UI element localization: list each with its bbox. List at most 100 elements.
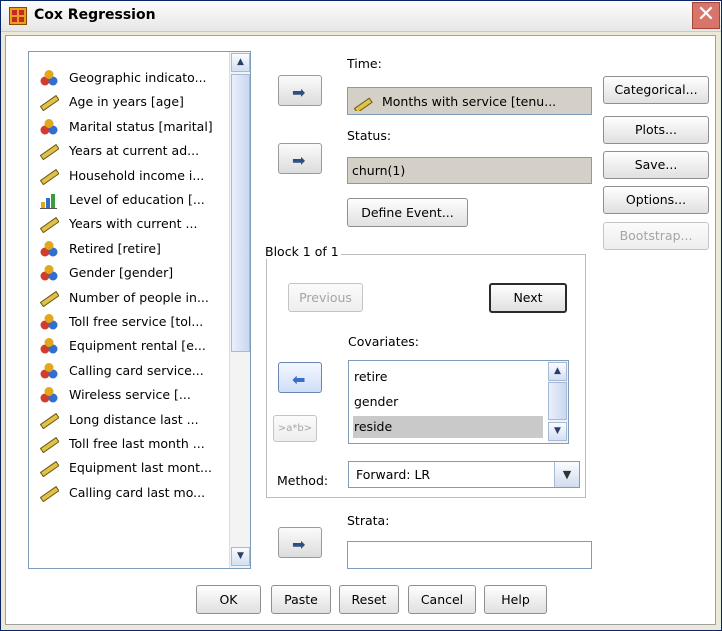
reset-button[interactable]: Reset <box>339 585 399 614</box>
bootstrap-button[interactable]: Bootstrap... <box>603 222 709 250</box>
right-arrow-icon: ➡ <box>292 535 306 554</box>
time-field[interactable]: Months with service [tenu... <box>347 87 592 115</box>
scale-icon <box>39 461 59 478</box>
right-arrow-icon: ➡ <box>292 151 306 170</box>
nominal-icon <box>40 338 58 354</box>
variable-label: Marital status [marital] <box>69 118 213 134</box>
paste-button[interactable]: Paste <box>271 585 331 614</box>
scale-icon <box>39 412 59 429</box>
previous-button[interactable]: Previous <box>288 283 363 312</box>
title-bar[interactable]: Cox Regression ✕ <box>1 1 721 32</box>
nominal-icon <box>40 118 58 135</box>
scroll-down-button[interactable]: ▼ <box>548 422 567 441</box>
move-to-status-button[interactable]: ➡ <box>278 143 322 174</box>
define-event-button[interactable]: Define Event... <box>347 198 468 227</box>
method-value: Forward: LR <box>356 467 431 482</box>
scale-icon <box>39 144 59 161</box>
help-button[interactable]: Help <box>484 585 547 614</box>
covariates-list[interactable]: retire gender reside ▲ ▼ <box>348 360 569 444</box>
categorical-button[interactable]: Categorical... <box>603 76 709 104</box>
list-item[interactable]: Long distance last ... <box>35 409 231 432</box>
scrollbar-thumb[interactable] <box>548 382 567 420</box>
scale-icon <box>39 436 59 453</box>
nominal-icon <box>40 387 58 403</box>
nominal-icon <box>40 240 58 257</box>
list-item[interactable]: Years at current ad... <box>35 140 231 163</box>
covariates-scrollbar[interactable]: ▲ ▼ <box>548 361 568 443</box>
ok-button[interactable]: OK <box>196 585 261 614</box>
next-button[interactable]: Next <box>489 283 567 313</box>
nominal-icon <box>40 362 58 379</box>
scroll-up-button[interactable]: ▲ <box>548 362 567 381</box>
nominal-icon <box>40 265 58 281</box>
chevron-down-icon[interactable]: ▼ <box>554 462 579 487</box>
covariates-label: Covariates: <box>348 334 420 349</box>
scrollbar-thumb[interactable] <box>231 74 250 352</box>
list-item[interactable]: Years with current ... <box>35 213 231 236</box>
nominal-icon <box>40 314 58 330</box>
list-item[interactable]: Gender [gender] <box>35 262 231 285</box>
variable-label: Equipment rental [e... <box>69 338 206 354</box>
move-to-strata-button[interactable]: ➡ <box>278 527 322 558</box>
scale-icon <box>39 217 59 234</box>
save-button[interactable]: Save... <box>603 151 709 179</box>
cancel-button[interactable]: Cancel <box>408 585 476 614</box>
variable-label: Equipment last mont... <box>69 460 212 476</box>
variable-label: Household income i... <box>69 167 205 183</box>
variable-label: Calling card last mo... <box>69 484 206 500</box>
scroll-up-button[interactable]: ▲ <box>231 53 250 72</box>
strata-field[interactable] <box>347 541 592 569</box>
status-field[interactable]: churn(1) <box>347 157 592 184</box>
cox-regression-dialog: Cox Regression ✕ Geographic indicato... A… <box>0 0 722 631</box>
list-item[interactable]: Retired [retire] <box>35 238 231 261</box>
move-to-covariates-button[interactable]: ⬅ <box>278 362 322 393</box>
ordinal-icon <box>40 194 57 209</box>
nominal-icon <box>40 70 58 86</box>
list-item[interactable]: Number of people in... <box>35 287 231 310</box>
left-arrow-icon: ⬅ <box>292 370 306 389</box>
strata-label: Strata: <box>347 513 390 528</box>
variable-label: Number of people in... <box>69 289 209 305</box>
close-button[interactable]: ✕ <box>692 2 720 29</box>
list-item[interactable]: Equipment last mont... <box>35 457 231 480</box>
list-item-selected[interactable]: reside <box>353 416 543 438</box>
time-value: Months with service [tenu... <box>382 94 557 109</box>
source-variable-list[interactable]: Geographic indicato... Age in years [age]… <box>28 51 251 569</box>
list-item[interactable]: Household income i... <box>35 165 231 188</box>
list-item[interactable]: Calling card last mo... <box>35 482 231 505</box>
list-item[interactable]: retire <box>353 366 543 388</box>
status-label: Status: <box>347 128 392 143</box>
scale-ruler-icon <box>353 97 373 111</box>
options-button[interactable]: Options... <box>603 186 709 214</box>
list-item[interactable]: Toll free service [tol... <box>35 311 231 334</box>
list-item[interactable]: Toll free last month ... <box>35 433 231 456</box>
status-value: churn(1) <box>352 163 406 178</box>
right-arrow-icon: ➡ <box>292 83 306 102</box>
plots-button[interactable]: Plots... <box>603 116 709 144</box>
list-item[interactable]: Marital status [marital] <box>35 116 231 139</box>
scale-icon <box>39 168 59 185</box>
list-item[interactable]: Equipment rental [e... <box>35 335 231 358</box>
method-label: Method: <box>277 473 329 488</box>
list-item[interactable]: Age in years [age] <box>35 91 231 114</box>
scale-icon <box>39 485 59 502</box>
scroll-down-button[interactable]: ▼ <box>231 547 250 566</box>
method-select[interactable]: Forward: LR ▼ <box>348 461 580 488</box>
list-item[interactable]: Calling card service... <box>35 360 231 383</box>
interaction-button[interactable]: >a*b> <box>273 415 317 442</box>
list-item[interactable]: Level of education [... <box>35 189 231 212</box>
variable-label: Years with current ... <box>69 216 198 232</box>
variable-label: Gender [gender] <box>69 265 174 281</box>
move-to-time-button[interactable]: ➡ <box>278 75 322 106</box>
variable-label: Years at current ad... <box>69 143 200 159</box>
list-item[interactable]: Wireless service [... <box>35 384 231 407</box>
list-item[interactable]: Geographic indicato... <box>35 67 231 90</box>
variable-label: Toll free last month ... <box>69 436 205 451</box>
variable-label: Long distance last ... <box>69 411 199 427</box>
variable-list-scrollbar[interactable]: ▲ ▼ <box>229 52 250 568</box>
variable-label: Level of education [... <box>69 192 205 207</box>
variable-label: Age in years [age] <box>69 94 184 110</box>
list-item[interactable]: gender <box>353 391 543 413</box>
variable-label: Retired [retire] <box>69 240 161 256</box>
time-label: Time: <box>347 56 382 71</box>
